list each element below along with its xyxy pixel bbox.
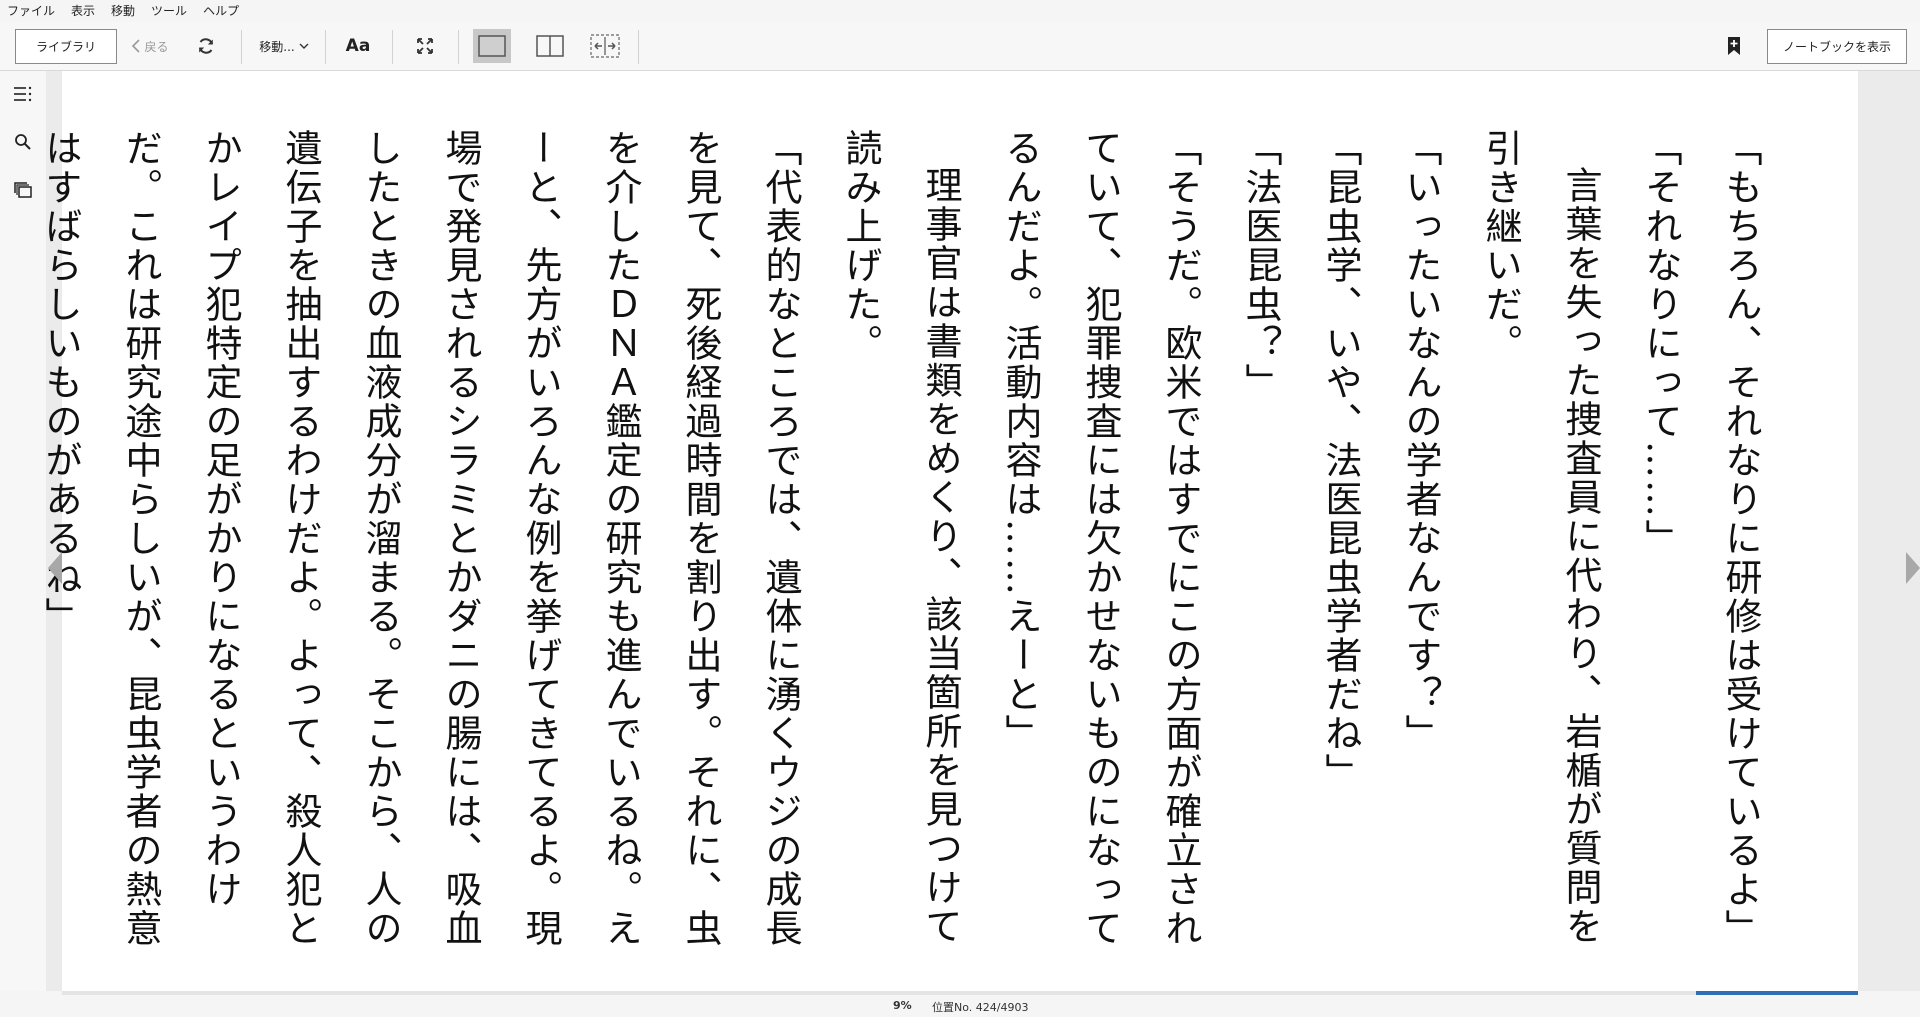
- back-label: 戻る: [144, 39, 169, 54]
- menu-view[interactable]: 表示: [63, 0, 103, 22]
- reading-progress-bar[interactable]: [62, 991, 1858, 995]
- paragraph: 「そうだ。欧米ではすでにこの方面が確立されていて、犯罪捜査には欠かせないものにな…: [999, 129, 1202, 948]
- chevron-left-icon: [131, 39, 141, 53]
- bookmark-button[interactable]: [1724, 32, 1744, 60]
- library-button[interactable]: ライブラリ: [15, 29, 117, 64]
- previous-page-arrow-icon[interactable]: [48, 552, 62, 584]
- fullscreen-icon: [416, 37, 434, 55]
- single-column-button[interactable]: [473, 29, 511, 63]
- menu-tools[interactable]: ツール: [143, 0, 195, 22]
- paragraph: 「法医昆虫？」: [1239, 129, 1282, 402]
- fit-page-icon: [590, 34, 620, 58]
- back-button[interactable]: 戻る: [126, 32, 174, 60]
- menu-bar: ファイル 表示 移動 ツール ヘルプ: [0, 0, 1920, 22]
- table-of-contents-icon[interactable]: [12, 83, 34, 105]
- chevron-down-icon: [299, 42, 309, 50]
- menu-go[interactable]: 移動: [103, 0, 143, 22]
- bookmark-add-icon: [1727, 36, 1741, 56]
- paragraph: 「もちろん、それなりに研修は受けているよ」: [1719, 129, 1762, 948]
- book-page: 「もちろん、それなりに研修は受けているよ」 「それなりにって……」 言葉を失った…: [39, 71, 1858, 991]
- goto-menu-button[interactable]: 移動...: [252, 32, 316, 60]
- sync-button[interactable]: [193, 34, 219, 58]
- fullscreen-button[interactable]: [410, 32, 440, 60]
- two-column-button[interactable]: [531, 29, 569, 63]
- paragraph: 理事官は書類をめくり、該当箇所を見つけて読み上げた。: [839, 129, 962, 946]
- goto-label: 移動...: [259, 39, 295, 54]
- paragraph: 言葉を失った捜査員に代わり、岩楯が質問を引き継いだ。: [1479, 129, 1602, 946]
- paragraph: 「それなりにって……」: [1639, 129, 1682, 558]
- menu-file[interactable]: ファイル: [0, 0, 63, 22]
- menu-help[interactable]: ヘルプ: [195, 0, 247, 22]
- location-readout: 位置No. 424/4903: [932, 1001, 1029, 1014]
- paragraph: 「いったいなんの学者なんです？」: [1399, 129, 1442, 753]
- next-page-arrow-icon[interactable]: [1906, 552, 1920, 584]
- two-column-icon: [536, 35, 564, 57]
- single-column-icon: [478, 35, 506, 57]
- status-bar: 9% 位置No. 424/4903: [0, 991, 1920, 1017]
- font-settings-button[interactable]: Aa: [341, 31, 375, 61]
- show-notebook-button[interactable]: ノートブックを表示: [1767, 29, 1907, 64]
- reading-progress-fill: [1696, 991, 1858, 995]
- toolbar: ライブラリ 戻る 移動... Aa ノートブックを表示: [0, 22, 1920, 71]
- fit-page-button[interactable]: [586, 29, 624, 63]
- sync-icon: [196, 36, 216, 56]
- progress-percent: 9%: [893, 999, 912, 1012]
- book-text: 「もちろん、それなりに研修は受けているよ」 「それなりにって……」 言葉を失った…: [20, 129, 1780, 979]
- paragraph: 「代表的なところでは、遺体に湧くウジの成長を見て、死後経過時間を割り出す。それに…: [39, 129, 802, 948]
- paragraph: 「昆虫学、いや、法医昆虫学者だね」: [1319, 129, 1362, 792]
